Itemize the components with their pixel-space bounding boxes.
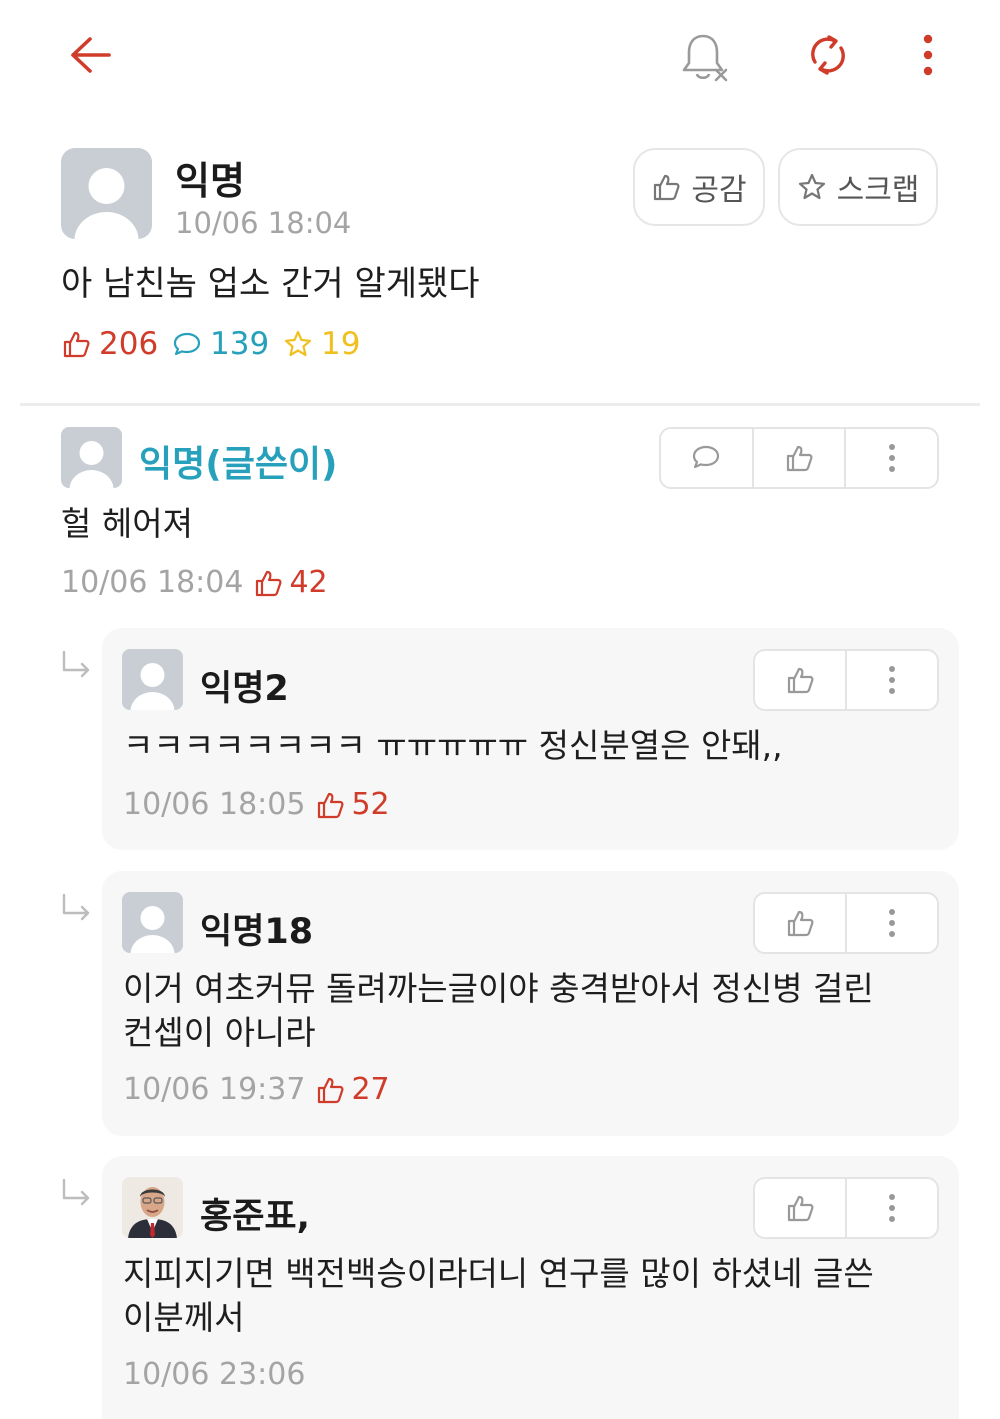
reply-like-count: 52: [351, 787, 390, 822]
comment-more-button[interactable]: [844, 429, 937, 487]
avatar: [122, 649, 183, 710]
scrap-count: 19: [321, 326, 361, 362]
scrap-button[interactable]: 스크랩: [778, 148, 938, 226]
post-time: 10/06 18:04: [175, 206, 352, 240]
comment-author: 익명(글쓴이): [139, 444, 338, 485]
post-body: 아 남친놈 업소 간거 알게됐다: [61, 264, 480, 304]
reply-actions: [753, 649, 939, 711]
comment-like-count: 42: [289, 565, 328, 600]
scrap-button-label: 스크랩: [836, 173, 920, 208]
reply-like-button[interactable]: [755, 894, 845, 952]
bell-off-icon[interactable]: [672, 24, 738, 90]
top-bar: [0, 0, 1000, 110]
reply-author: 익명2: [200, 669, 289, 709]
thumbs-up-icon: [786, 445, 813, 472]
reply-like-count: 27: [351, 1072, 390, 1107]
reply-likes: 27: [315, 1072, 390, 1107]
avatar: [61, 427, 122, 488]
thumbs-up-icon: [787, 667, 814, 694]
comment-likes: 42: [253, 565, 328, 600]
reply-time: 10/06 23:06: [123, 1357, 306, 1392]
more-vertical-icon: [889, 909, 895, 937]
reply-arrow-icon: [62, 650, 90, 678]
more-vertical-icon: [889, 1194, 895, 1222]
reply-author: 홍준표,: [200, 1197, 310, 1237]
post-scrap-count: 19: [283, 326, 360, 362]
reply-body: ㅋㅋㅋㅋㅋㅋㅋㅋ ㅠㅠㅠㅠㅠ 정신분열은 안돼,,: [123, 726, 783, 765]
reply-likes: 52: [315, 787, 390, 822]
back-arrow-icon[interactable]: [55, 22, 125, 88]
avatar: [122, 892, 183, 953]
reply-time: 10/06 18:05: [123, 787, 306, 822]
comment-icon: [173, 332, 201, 356]
avatar: [122, 1177, 183, 1238]
like-button[interactable]: 공감: [633, 148, 765, 226]
comment-body: 헐 헤어져: [61, 504, 193, 543]
reply-body-line1: 이거 여초커뮤 돌려까는글이야 충격받아서 정신병 걸린: [123, 969, 874, 1008]
reply-meta: 10/06 23:06: [123, 1357, 305, 1392]
reply-actions: [753, 1177, 939, 1239]
reply-time: 10/06 19:37: [123, 1072, 306, 1107]
thumbs-up-icon: [654, 174, 680, 201]
comment-actions: [659, 427, 939, 489]
reply-item: 익명18 이거 여초커뮤 돌려까는글이야 충격받아서 정신병 걸린 컨셉이 아니…: [102, 871, 959, 1136]
thumbs-up-icon: [787, 910, 814, 937]
like-button-label: 공감: [691, 173, 747, 208]
reply-body-line2: 이분께서: [123, 1298, 245, 1337]
reply-more-button[interactable]: [845, 1179, 937, 1237]
comment-like-button[interactable]: [751, 429, 845, 487]
reply-item: 홍준표, 지피지기면 백전백승이라더니 연구를 많이 하셨네 글쓴 이분께서 1…: [102, 1156, 959, 1419]
star-icon: [284, 330, 312, 357]
comment-meta: 10/06 18:04 42: [61, 565, 328, 600]
post-comment-count: 139: [172, 326, 269, 362]
reply-author: 익명18: [200, 912, 314, 952]
reply-arrow-icon: [62, 1178, 90, 1206]
comment-count: 139: [210, 326, 270, 362]
reply-like-button[interactable]: [755, 1179, 845, 1237]
thumbs-up-icon: [318, 1077, 344, 1103]
reply-button[interactable]: [661, 429, 752, 487]
star-icon: [798, 173, 825, 200]
reply-arrow-icon: [62, 893, 90, 921]
like-count: 206: [99, 326, 159, 362]
more-vertical-icon: [888, 444, 895, 472]
refresh-icon[interactable]: [795, 22, 861, 88]
reply-actions: [753, 892, 939, 954]
thumbs-up-icon: [256, 570, 282, 596]
reply-item: 익명2 ㅋㅋㅋㅋㅋㅋㅋㅋ ㅠㅠㅠㅠㅠ 정신분열은 안돼,, 10/06 18:0…: [102, 628, 959, 850]
thumbs-up-icon: [63, 331, 90, 358]
thumbs-up-icon: [318, 792, 344, 818]
divider: [20, 403, 980, 406]
more-vertical-icon: [889, 666, 895, 694]
avatar: [61, 148, 152, 239]
more-vertical-icon[interactable]: [905, 22, 951, 88]
reply-body-line2: 컨셉이 아니라: [123, 1013, 316, 1052]
reply-like-button[interactable]: [755, 651, 845, 709]
post-like-count: 206: [61, 326, 158, 362]
comment-icon: [693, 445, 720, 469]
comment-time: 10/06 18:04: [61, 565, 244, 600]
reply-meta: 10/06 19:37 27: [123, 1072, 390, 1107]
thumbs-up-icon: [787, 1195, 814, 1222]
reply-more-button[interactable]: [845, 894, 937, 952]
reply-more-button[interactable]: [845, 651, 937, 709]
post-author: 익명: [175, 159, 245, 203]
reply-body-line1: 지피지기면 백전백승이라더니 연구를 많이 하셨네 글쓴: [123, 1254, 874, 1293]
reply-meta: 10/06 18:05 52: [123, 787, 390, 822]
